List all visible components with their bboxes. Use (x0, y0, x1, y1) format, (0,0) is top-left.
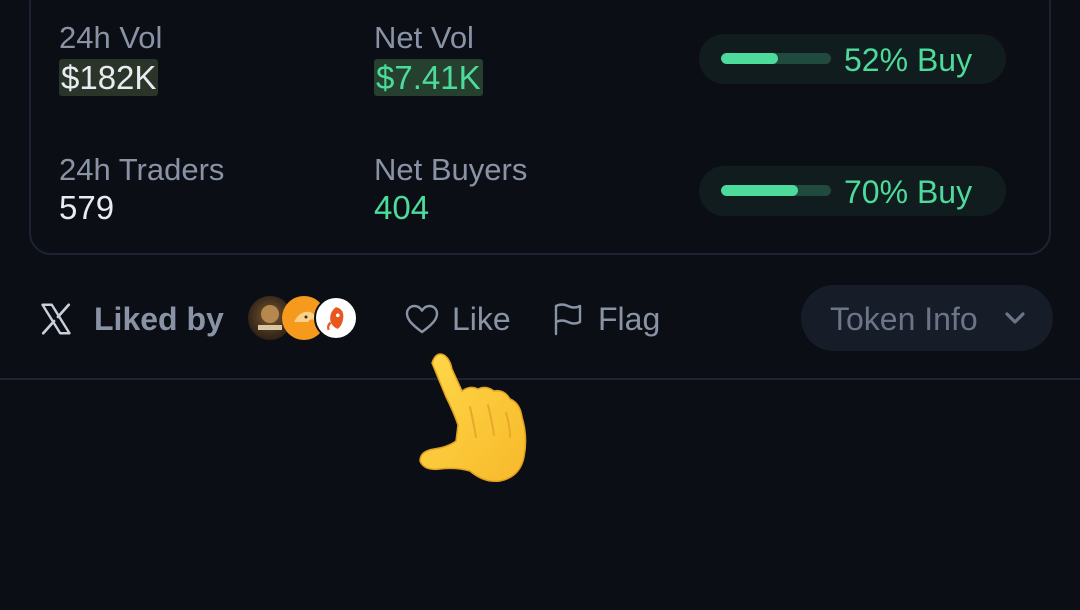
buy-ratio-track (721, 185, 831, 196)
stat-value: 579 (59, 189, 115, 226)
stat-label: 24h Traders (59, 152, 225, 187)
stat-24h-traders: 24h Traders 579 (59, 154, 224, 224)
heart-icon[interactable] (404, 303, 440, 335)
stat-label: Net Vol (374, 20, 474, 55)
buy-ratio-fill (721, 53, 779, 64)
stat-label: 24h Vol (59, 20, 163, 55)
x-logo-icon[interactable] (38, 301, 74, 337)
stat-value: $7.41K (374, 59, 483, 96)
token-info-label: Token Info (830, 301, 978, 337)
stat-value: $182K (59, 59, 159, 96)
avatar[interactable] (314, 296, 358, 340)
traders-buy-ratio-pill: 70% Buy (699, 166, 1006, 216)
vol-buy-ratio-pill: 52% Buy (699, 34, 1006, 84)
stat-value: 404 (374, 189, 430, 226)
flag-icon[interactable] (552, 302, 584, 336)
pointing-hand-emoji (419, 353, 527, 483)
stat-24h-vol: 24h Vol $182K (59, 22, 162, 96)
buy-ratio-fill (721, 185, 798, 196)
stat-net-vol: Net Vol $7.41K (374, 22, 483, 96)
stat-label: Net Buyers (374, 152, 528, 187)
buy-ratio-track (721, 53, 831, 64)
like-button[interactable]: Like (452, 301, 511, 338)
flag-button[interactable]: Flag (598, 301, 660, 338)
stat-net-buyers: Net Buyers 404 (374, 154, 527, 224)
avatar-mascot-icon (326, 307, 344, 331)
token-info-button[interactable]: Token Info (801, 285, 1053, 351)
buy-ratio-label: 70% Buy (844, 174, 973, 210)
liked-by-label: Liked by (94, 301, 224, 337)
buy-ratio-label: 52% Buy (844, 42, 973, 78)
chevron-down-icon (1005, 312, 1025, 324)
